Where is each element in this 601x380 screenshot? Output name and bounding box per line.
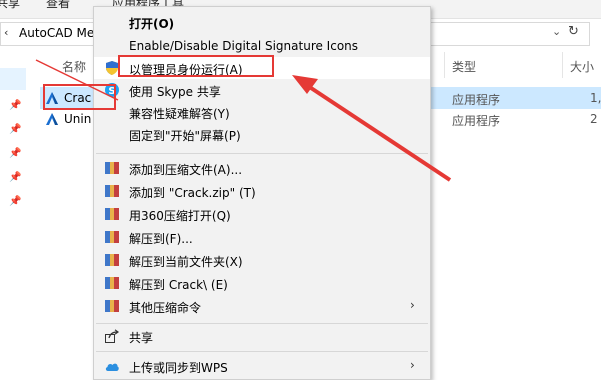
menu-separator bbox=[96, 351, 428, 352]
menu-item-label: 解压到(F)... bbox=[129, 232, 193, 246]
menu-item-pin-to-start[interactable]: 固定到"开始"屏幕(P) bbox=[94, 123, 430, 145]
column-divider[interactable] bbox=[562, 52, 563, 78]
archive-icon bbox=[104, 206, 120, 222]
file-type: 应用程序 bbox=[452, 114, 501, 128]
annotation-box-run-as-admin bbox=[118, 55, 274, 77]
nav-selected-item[interactable] bbox=[0, 68, 26, 90]
annotation-box-file bbox=[43, 84, 116, 110]
share-icon bbox=[105, 329, 120, 343]
menu-item-label: Enable/Disable Digital Signature Icons bbox=[129, 39, 359, 53]
menu-item-digital-signature[interactable]: Enable/Disable Digital Signature Icons bbox=[94, 35, 430, 57]
menu-item-open-with-360[interactable]: 用360压缩打开(Q) bbox=[94, 203, 430, 225]
menu-item-label: 解压到当前文件夹(X) bbox=[129, 255, 243, 269]
file-size: 2 bbox=[590, 112, 598, 126]
menu-item-extract-here[interactable]: 解压到当前文件夹(X) bbox=[94, 249, 430, 271]
pin-icon: 📌 bbox=[9, 124, 22, 135]
address-path: AutoCAD Me bbox=[19, 26, 95, 40]
pin-icon: 📌 bbox=[9, 100, 22, 111]
menu-item-add-to-crack-zip[interactable]: 添加到 "Crack.zip" (T) bbox=[94, 180, 430, 202]
menu-item-skype-share[interactable]: S 使用 Skype 共享 bbox=[94, 79, 430, 101]
address-controls: ⌄ ↻ bbox=[548, 22, 588, 44]
menu-item-share[interactable]: 共享 bbox=[94, 325, 430, 347]
pin-icon: 📌 bbox=[9, 196, 22, 207]
archive-icon bbox=[104, 183, 120, 199]
menu-item-label: 添加到压缩文件(A)... bbox=[129, 163, 243, 177]
menu-item-other-compress[interactable]: 其他压缩命令 › bbox=[94, 295, 430, 317]
ribbon-tab-view[interactable]: 查看 bbox=[46, 0, 70, 11]
submenu-arrow-icon: › bbox=[410, 298, 415, 312]
autocad-icon bbox=[46, 113, 58, 125]
submenu-arrow-icon: › bbox=[410, 358, 415, 372]
navigation-pane: 📌 📌 📌 📌 📌 bbox=[0, 50, 26, 372]
menu-item-extract-to[interactable]: 解压到(F)... bbox=[94, 226, 430, 248]
menu-item-label: 解压到 Crack\ (E) bbox=[129, 278, 228, 292]
file-size: 1,3 bbox=[590, 91, 601, 105]
menu-item-label: 添加到 "Crack.zip" (T) bbox=[129, 186, 256, 200]
menu-item-label: 打开(O) bbox=[129, 17, 175, 31]
refresh-icon[interactable]: ↻ bbox=[568, 24, 579, 39]
column-header-name[interactable]: 名称 bbox=[62, 58, 86, 75]
menu-separator bbox=[96, 153, 428, 154]
menu-separator bbox=[96, 323, 428, 324]
column-header-type[interactable]: 类型 bbox=[452, 58, 476, 75]
menu-item-wps-sync[interactable]: 上传或同步到WPS › bbox=[94, 355, 430, 377]
menu-item-label: 其他压缩命令 bbox=[129, 301, 202, 315]
menu-item-open[interactable]: 打开(O) bbox=[94, 11, 430, 33]
file-type: 应用程序 bbox=[452, 93, 501, 107]
menu-item-label: 兼容性疑难解答(Y) bbox=[129, 107, 230, 121]
menu-item-extract-to-crack[interactable]: 解压到 Crack\ (E) bbox=[94, 272, 430, 294]
menu-item-add-to-archive[interactable]: 添加到压缩文件(A)... bbox=[94, 157, 430, 179]
archive-icon bbox=[104, 229, 120, 245]
ribbon-tab-share[interactable]: 共享 bbox=[0, 0, 20, 11]
breadcrumb-chevron-icon: ‹ bbox=[4, 26, 9, 39]
archive-icon bbox=[104, 252, 120, 268]
file-name: Unin bbox=[64, 112, 92, 126]
column-divider[interactable] bbox=[444, 52, 445, 78]
menu-item-label: 共享 bbox=[129, 331, 154, 345]
pin-icon: 📌 bbox=[9, 148, 22, 159]
menu-item-label: 用360压缩打开(Q) bbox=[129, 209, 231, 223]
column-header-size[interactable]: 大小 bbox=[570, 58, 594, 75]
menu-item-label: 固定到"开始"屏幕(P) bbox=[129, 129, 241, 143]
menu-item-compat-troubleshoot[interactable]: 兼容性疑难解答(Y) bbox=[94, 101, 430, 123]
pin-icon: 📌 bbox=[9, 172, 22, 183]
archive-icon bbox=[104, 160, 120, 176]
archive-icon bbox=[104, 275, 120, 291]
chevron-down-icon[interactable]: ⌄ bbox=[552, 25, 561, 38]
menu-item-label: 上传或同步到WPS bbox=[129, 361, 228, 375]
menu-item-label: 使用 Skype 共享 bbox=[129, 85, 221, 99]
archive-icon bbox=[104, 298, 120, 314]
